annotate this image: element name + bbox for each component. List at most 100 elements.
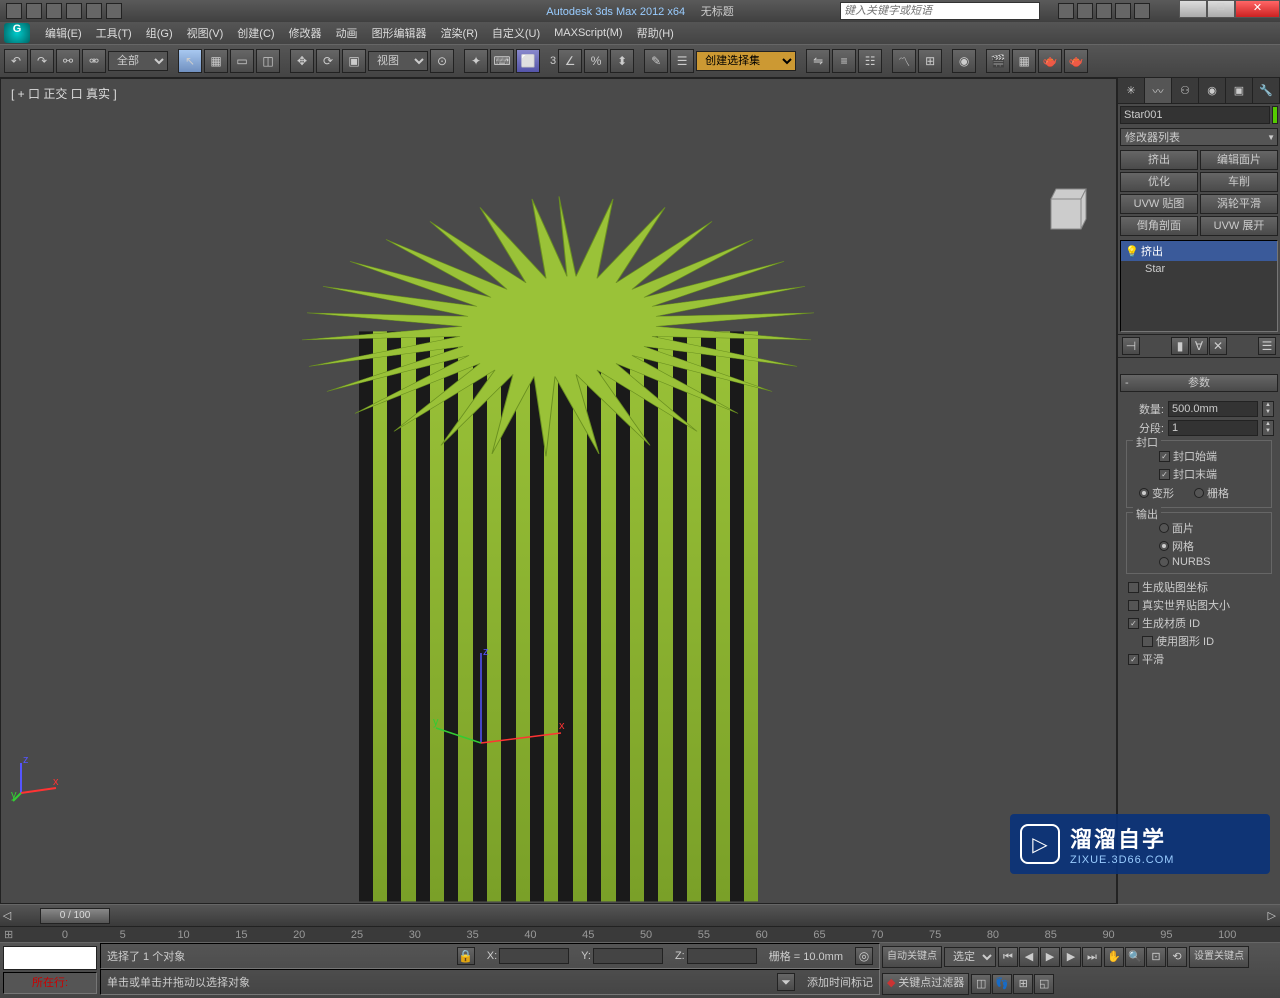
viewcube-icon[interactable] (1036, 179, 1096, 239)
x-coord-input[interactable] (499, 948, 569, 964)
output-patch-radio[interactable] (1159, 523, 1169, 533)
object-name-input[interactable] (1120, 106, 1270, 124)
pin-stack-icon[interactable]: ⊣ (1122, 337, 1140, 355)
mod-btn-optimize[interactable]: 优化 (1120, 172, 1198, 192)
render-iterative-icon[interactable]: 🫖 (1064, 49, 1088, 73)
mod-btn-uvwmap[interactable]: UVW 贴图 (1120, 194, 1198, 214)
timeline-left-icon[interactable]: ◁ (0, 909, 14, 922)
menu-group[interactable]: 组(G) (139, 25, 180, 41)
trackbar-toggle-icon[interactable]: ⊞ (4, 928, 62, 941)
edit-named-sel-icon[interactable]: ✎ (644, 49, 668, 73)
y-coord-input[interactable] (593, 948, 663, 964)
exchange-icon[interactable] (1096, 3, 1112, 19)
move-icon[interactable]: ✥ (290, 49, 314, 73)
viewport-label[interactable]: [ + 口 正交 口 真实 ] (11, 85, 117, 102)
object-color-swatch[interactable] (1272, 106, 1278, 124)
menu-help[interactable]: 帮助(H) (630, 25, 681, 41)
menu-maxscript[interactable]: MAXScript(M) (547, 27, 629, 39)
undo-icon[interactable]: ↶ (4, 49, 28, 73)
window-crossing-icon[interactable]: ◫ (256, 49, 280, 73)
star-object[interactable] (279, 141, 839, 901)
mod-btn-uvwunwrap[interactable]: UVW 展开 (1200, 216, 1278, 236)
scale-icon[interactable]: ▣ (342, 49, 366, 73)
select-object-icon[interactable]: ↖ (178, 49, 202, 73)
prev-frame-icon[interactable]: ◀ (1019, 947, 1039, 967)
isolation-icon[interactable]: ◎ (855, 947, 873, 965)
menu-customize[interactable]: 自定义(U) (485, 25, 547, 41)
search-icon[interactable] (1058, 3, 1074, 19)
help-icon[interactable] (1134, 3, 1150, 19)
render-setup-icon[interactable]: 🎬 (986, 49, 1010, 73)
infocenter-search[interactable] (840, 2, 1040, 20)
ref-coord-system[interactable]: 视图 (368, 51, 428, 71)
cap-start-checkbox[interactable] (1159, 451, 1170, 462)
viewport-perspective[interactable]: [ + 口 正交 口 真实 ] (0, 78, 1117, 904)
track-bar[interactable]: ⊞ 0510 152025 303540 455055 606570 75808… (0, 926, 1280, 942)
minimize-button[interactable]: — (1179, 0, 1207, 18)
menu-modifiers[interactable]: 修改器 (282, 25, 329, 41)
named-sel-sets-icon[interactable]: ☰ (670, 49, 694, 73)
close-button[interactable]: ✕ (1235, 0, 1280, 18)
add-time-tag[interactable]: 添加时间标记 (807, 974, 873, 990)
stack-item-extrude[interactable]: 💡挤出 (1121, 241, 1277, 261)
select-name-icon[interactable]: ▦ (204, 49, 228, 73)
menu-tools[interactable]: 工具(T) (89, 25, 139, 41)
cap-end-checkbox[interactable] (1159, 469, 1170, 480)
z-coord-input[interactable] (687, 948, 757, 964)
maximize-button[interactable]: □ (1207, 0, 1235, 18)
set-key-button[interactable]: 设置关键点 (1189, 946, 1249, 968)
make-unique-icon[interactable]: ∀ (1190, 337, 1208, 355)
maxscript-mini-listener[interactable] (3, 946, 97, 970)
menu-graph-editors[interactable]: 图形编辑器 (365, 25, 434, 41)
tab-create-icon[interactable]: ✳ (1118, 78, 1145, 103)
menu-edit[interactable]: 编辑(E) (38, 25, 89, 41)
app-logo-icon[interactable]: G (4, 23, 30, 43)
amount-spinner[interactable]: 500.0mm (1168, 401, 1258, 417)
keyboard-shortcut-icon[interactable]: ⌨ (490, 49, 514, 73)
remove-modifier-icon[interactable]: ✕ (1209, 337, 1227, 355)
play-icon[interactable]: ▶ (1040, 947, 1060, 967)
favorite-icon[interactable] (1115, 3, 1131, 19)
select-region-rect-icon[interactable]: ▭ (230, 49, 254, 73)
smooth-checkbox[interactable] (1128, 654, 1139, 665)
schematic-view-icon[interactable]: ⊞ (918, 49, 942, 73)
nav-zoom-icon[interactable]: 🔍 (1125, 947, 1145, 967)
gen-map-checkbox[interactable] (1128, 582, 1139, 593)
nav-orbit-icon[interactable]: ⟲ (1167, 947, 1187, 967)
material-editor-icon[interactable]: ◉ (952, 49, 976, 73)
tab-hierarchy-icon[interactable]: ⚇ (1172, 78, 1199, 103)
selection-filter[interactable]: 全部 (108, 51, 168, 71)
mirror-icon[interactable]: ⇋ (806, 49, 830, 73)
snaps-toggle-icon[interactable]: ⬜ (516, 49, 540, 73)
link-icon[interactable]: ⚯ (56, 49, 80, 73)
mod-btn-turbosmooth[interactable]: 涡轮平滑 (1200, 194, 1278, 214)
time-slider-thumb[interactable]: 0 / 100 (40, 908, 110, 924)
auto-key-button[interactable]: 自动关键点 (882, 946, 942, 968)
segments-spin-buttons[interactable]: ▲▼ (1262, 420, 1274, 436)
real-world-checkbox[interactable] (1128, 600, 1139, 611)
modifier-stack[interactable]: 💡挤出 Star (1120, 240, 1278, 332)
nav-pan-icon[interactable]: ✋ (1104, 947, 1124, 967)
mod-btn-editpatch[interactable]: 编辑面片 (1200, 150, 1278, 170)
morph-radio[interactable] (1139, 488, 1149, 498)
transform-gizmo[interactable]: z x y (431, 643, 571, 763)
curve-editor-icon[interactable]: 〽 (892, 49, 916, 73)
amount-spin-buttons[interactable]: ▲▼ (1262, 401, 1274, 417)
tb-redo-icon[interactable] (86, 3, 102, 19)
menu-views[interactable]: 视图(V) (180, 25, 231, 41)
manipulate-icon[interactable]: ✦ (464, 49, 488, 73)
align-icon[interactable]: ≡ (832, 49, 856, 73)
spinner-snap-icon[interactable]: ⬍ (610, 49, 634, 73)
time-slider[interactable]: ◁ 0 / 100 ▷ (0, 904, 1280, 926)
named-selection-set[interactable]: 创建选择集 (696, 51, 796, 71)
segments-spinner[interactable]: 1 (1168, 420, 1258, 436)
tab-modify-icon[interactable]: 〰 (1145, 78, 1172, 103)
next-frame-icon[interactable]: ▶ (1061, 947, 1081, 967)
layer-manager-icon[interactable]: ☷ (858, 49, 882, 73)
mod-btn-extrude[interactable]: 挤出 (1120, 150, 1198, 170)
rollout-parameters[interactable]: 参数 (1120, 374, 1278, 392)
menu-animation[interactable]: 动画 (329, 25, 365, 41)
timeline-right-icon[interactable]: ▷ (1268, 909, 1276, 922)
grid-radio[interactable] (1194, 488, 1204, 498)
nav-zoom-extents-icon[interactable]: ⊡ (1146, 947, 1166, 967)
